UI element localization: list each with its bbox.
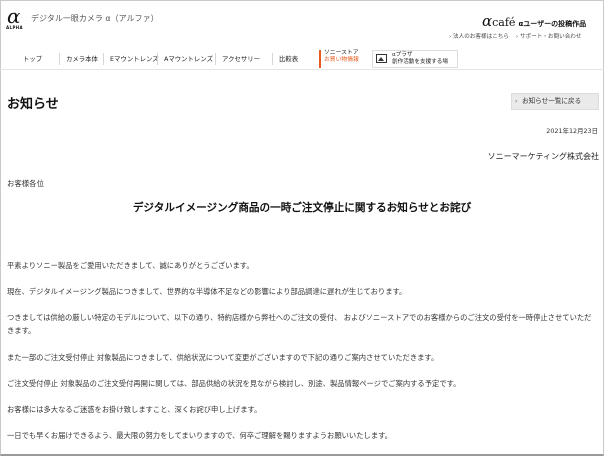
header-sub-links: › 法人のお客様はこちら › サポート・お問い合わせ: [449, 32, 589, 40]
plaza-title: αプラザ: [392, 52, 413, 58]
paragraph-6: お客様には多大なるご迷惑をお掛け致しますこと、深くお詫び申し上げます。: [7, 405, 262, 414]
nav-item-alpha-plaza[interactable]: αプラザ 創作活動を支援する場: [372, 50, 458, 68]
nav-item-a-mount-lens[interactable]: Aマウントレンズ: [157, 53, 213, 65]
nav-item-comparison[interactable]: 比較表: [272, 53, 298, 65]
nav-item-e-mount-lens[interactable]: Eマウントレンズ: [103, 53, 159, 65]
paragraph-1: 平素よりソニー製品をご愛用いただきまして、誠にありがとうございます。: [7, 261, 254, 270]
plaza-label: αプラザ 創作活動を支援する場: [392, 52, 448, 66]
main-nav: トップ カメラ本体 Eマウントレンズ Aマウントレンズ アクセサリー 比較表 ソ…: [0, 47, 604, 70]
back-to-list-label: お知らせ一覧に戻る: [522, 97, 582, 105]
notice-heading: デジタルイメージング商品の一時ご注文停止に関するお知らせとお詫び: [132, 202, 472, 214]
back-to-list-button[interactable]: › お知らせ一覧に戻る: [511, 93, 599, 110]
store-label: ソニーストア: [324, 50, 359, 56]
chevron-right-icon: ›: [515, 98, 518, 105]
alpha-logo-icon[interactable]: α: [7, 6, 21, 26]
alpha-logo-text: ALPHA: [6, 25, 24, 30]
company-name: ソニーマーケティング株式会社: [487, 152, 599, 161]
paragraph-5: ご注文受付停止 対象製品のご注文受付再開に関しては、部品供給の状況を見ながら検討…: [7, 379, 461, 388]
store-sublabel: お買い物情報: [324, 57, 359, 63]
nav-item-top[interactable]: トップ: [17, 53, 42, 65]
site-title[interactable]: デジタル一眼カメラ α（アルファ）: [31, 13, 159, 24]
support-link[interactable]: › サポート・お問い合わせ: [516, 34, 582, 40]
notice-date: 2021年12月23日: [546, 127, 598, 135]
cafe-word: café: [492, 16, 516, 29]
paragraph-4: また一部のご注文受付停止 対象製品につきまして、供給状況について変更がございます…: [7, 353, 439, 362]
corporate-link[interactable]: › 法人のお客様はこちら: [449, 34, 509, 40]
plaza-subtitle: 創作活動を支援する場: [392, 59, 448, 65]
cafe-tagline: αユーザーの投稿作品: [518, 20, 587, 28]
alpha-cafe-banner[interactable]: αcafé αユーザーの投稿作品: [482, 11, 586, 30]
paragraph-2: 現在、デジタルイメージング製品につきまして、世界的な半導体不足などの影響により部…: [7, 287, 407, 296]
page-title: お知らせ: [7, 97, 59, 112]
photo-icon: [376, 54, 387, 63]
paragraph-3: つきましては供給の厳しい特定のモデルについて、以下の通り、特約店様から弊社へのご…: [7, 313, 592, 335]
paragraph-7: 一日でも早くお届けできるよう、最大限の努力をしてまいりますので、何卒ご理解を賜り…: [7, 431, 392, 440]
cafe-alpha-icon: α: [482, 12, 493, 30]
salutation: お客様各位: [7, 179, 44, 188]
nav-item-sony-store[interactable]: ソニーストア お買い物情報: [319, 50, 366, 68]
nav-item-accessories[interactable]: アクセサリー: [215, 53, 260, 65]
nav-item-camera-body[interactable]: カメラ本体: [59, 53, 98, 65]
